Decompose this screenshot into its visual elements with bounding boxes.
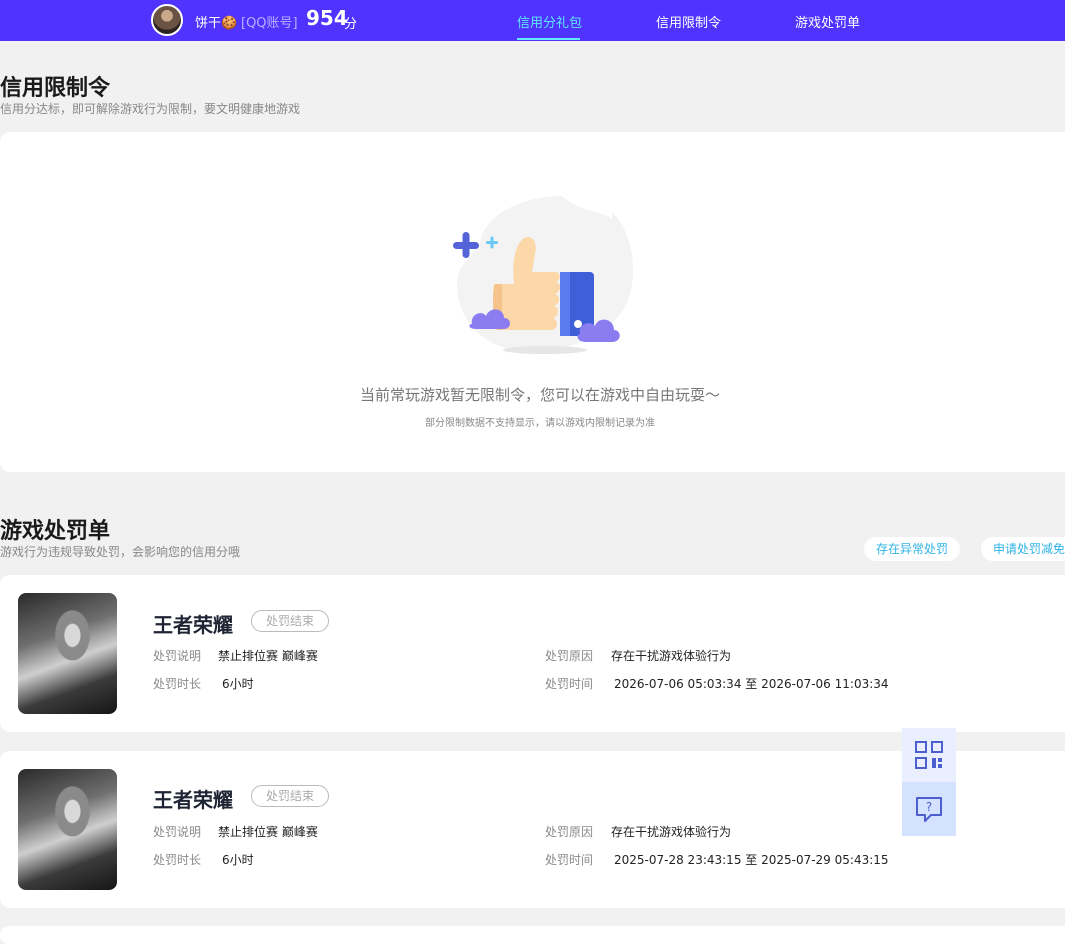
time-value: 2026-07-06 05:03:34 至 2026-07-06 11:03:3…: [614, 677, 889, 691]
reason-value: 存在干扰游戏体验行为: [611, 649, 732, 663]
reason-label: 处罚原因: [545, 825, 594, 839]
game-name: 王者荣耀: [153, 788, 233, 812]
penalty-subtitle: 游戏行为违规导致处罚，会影响您的信用分哦: [0, 545, 241, 559]
time-value: 2025-07-28 23:43:15 至 2025-07-29 05:43:1…: [614, 853, 889, 867]
duration-label: 处罚时长: [153, 677, 202, 691]
game-name: 王者荣耀: [153, 613, 233, 637]
restriction-card: 当前常玩游戏暂无限制令，您可以在游戏中自由玩耍～ 部分限制数据不支持显示，请以游…: [0, 132, 1065, 472]
desc-label: 处罚说明: [153, 649, 202, 663]
account-type: [QQ账号]: [241, 16, 298, 31]
appeal-penalty-button[interactable]: 申请处罚减免: [981, 537, 1065, 561]
penalty-record[interactable]: [0, 926, 1065, 944]
time-label: 处罚时间: [545, 677, 594, 691]
penalty-title: 游戏处罚单: [0, 519, 111, 544]
credit-score: 954: [306, 6, 348, 30]
tab-credit-gift[interactable]: 信用分礼包: [517, 12, 582, 31]
tab-game-penalty[interactable]: 游戏处罚单: [795, 12, 860, 31]
svg-text:?: ?: [926, 800, 932, 814]
active-tab-indicator: [517, 38, 580, 40]
thumbs-up-illustration: [453, 193, 634, 354]
qr-code-button[interactable]: [902, 728, 956, 782]
help-chat-icon: ?: [916, 797, 942, 822]
duration-value: 6小时: [222, 677, 254, 691]
restriction-title: 信用限制令: [0, 76, 111, 101]
game-thumbnail: [18, 769, 117, 890]
empty-title: 当前常玩游戏暂无限制令，您可以在游戏中自由玩耍～: [359, 386, 720, 404]
reason-label: 处罚原因: [545, 649, 594, 663]
duration-label: 处罚时长: [153, 853, 202, 867]
desc-label: 处罚说明: [153, 825, 202, 839]
empty-note: 部分限制数据不支持显示，请以游戏内限制记录为准: [425, 418, 655, 429]
game-thumbnail: [18, 593, 117, 714]
reason-value: 存在干扰游戏体验行为: [611, 825, 732, 839]
qr-code-icon: [915, 741, 943, 769]
credit-score-unit: 分: [344, 17, 358, 32]
duration-value: 6小时: [222, 853, 254, 867]
abnormal-penalty-button[interactable]: 存在异常处罚: [864, 537, 961, 561]
desc-value: 禁止排位赛 巅峰赛: [218, 825, 318, 839]
desc-value: 禁止排位赛 巅峰赛: [218, 649, 318, 663]
status-badge: 处罚结束: [251, 610, 329, 632]
time-label: 处罚时间: [545, 853, 594, 867]
status-badge: 处罚结束: [251, 785, 329, 807]
help-button[interactable]: ?: [902, 782, 956, 836]
tab-credit-restriction[interactable]: 信用限制令: [656, 12, 721, 31]
penalty-record[interactable]: 王者荣耀 处罚结束 处罚说明 禁止排位赛 巅峰赛 处罚时长 6小时 处罚原因 存…: [0, 575, 1065, 732]
top-bar: 饼干🍪 [QQ账号] 954 分 信用分礼包 信用限制令 游戏处罚单: [0, 0, 1065, 41]
floating-tools: ?: [902, 728, 956, 836]
restriction-subtitle: 信用分达标，即可解除游戏行为限制，要文明健康地游戏: [0, 102, 301, 116]
username: 饼干🍪: [195, 16, 238, 31]
avatar[interactable]: [151, 4, 183, 36]
